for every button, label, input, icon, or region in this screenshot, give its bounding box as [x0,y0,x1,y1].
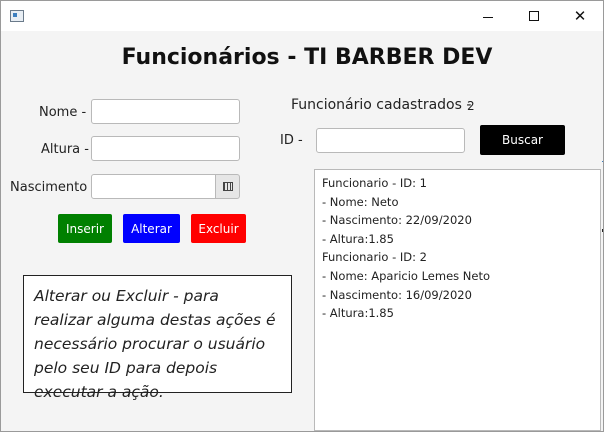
buscar-button[interactable]: Buscar [480,125,565,155]
page-title: Funcionários - TI BARBER DEV [121,45,493,70]
calendar-icon [222,182,233,191]
result-line: - Altura:1.85 [322,306,394,321]
minimize-button[interactable] [465,1,511,31]
nome-field[interactable] [91,99,240,124]
nascimento-label: Nascimento - [10,180,96,195]
results-textarea[interactable]: Funcionario - ID: 1 - Nome: Neto - Nasci… [314,169,601,431]
result-line: - Nome: Neto [322,194,399,209]
altura-label: Altura - [41,142,89,157]
result-line: - Altura:1.85 [322,231,394,246]
maximize-button[interactable] [511,1,557,31]
excluir-button[interactable]: Excluir [191,214,246,243]
close-button[interactable]: ✕ [557,1,603,31]
result-line: - Nascimento: 16/09/2020 [322,287,472,302]
date-picker-button[interactable] [215,174,240,199]
app-window: ✕ Funcionários - TI BARBER DEV Nome - Al… [0,0,604,432]
app-icon [10,10,24,22]
maximize-icon [529,11,539,21]
minimize-icon [483,16,493,18]
id-label: ID - [280,133,303,148]
nascimento-date-field[interactable] [91,174,216,199]
title-bar[interactable]: ✕ [1,1,603,31]
result-line: Funcionario - ID: 2 [322,250,427,265]
instruction-note: Alterar ou Excluir - para realizar algum… [23,275,292,401]
result-line: - Nascimento: 22/09/2020 [322,213,472,228]
close-icon: ✕ [573,7,587,25]
funcionarios-count-label: Funcionário cadastrados - [291,97,472,113]
inserir-button[interactable]: Inserir [58,214,112,243]
funcionarios-count-value: 2 [467,99,475,113]
result-line: Funcionario - ID: 1 [322,176,427,190]
result-line: - Nome: Aparicio Lemes Neto [322,268,491,283]
nome-label: Nome - [39,105,87,120]
id-search-field[interactable] [316,128,465,153]
altura-field[interactable] [91,136,240,161]
alterar-button[interactable]: Alterar [123,214,180,243]
